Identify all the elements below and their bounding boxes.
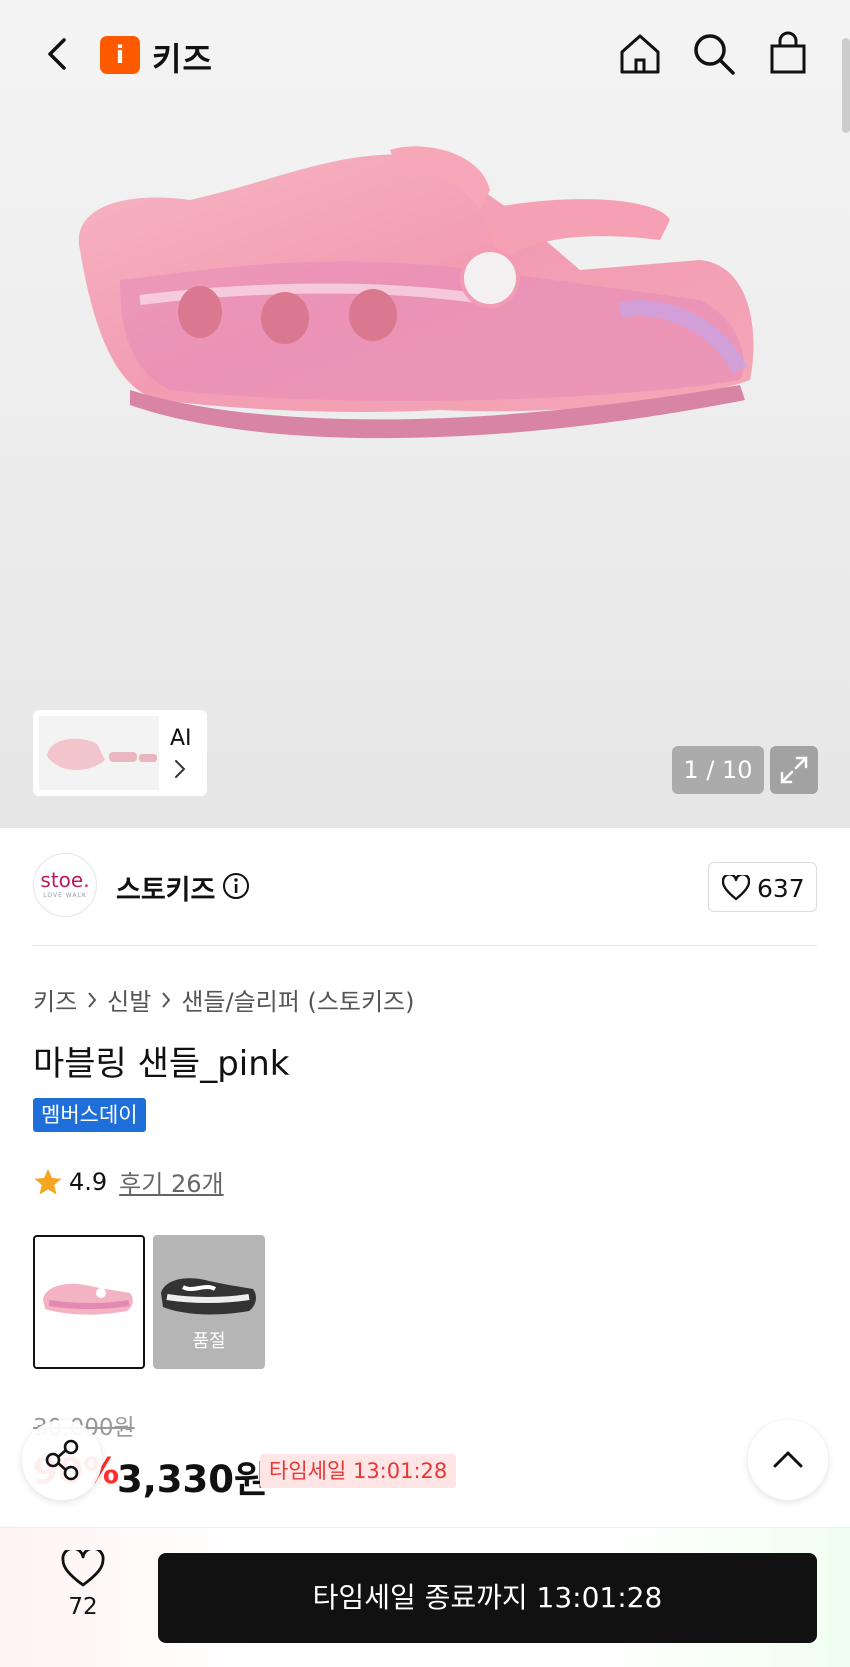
breadcrumb-item[interactable]: 신발 [107, 982, 151, 1017]
expand-icon[interactable] [770, 746, 818, 794]
scroll-top-button[interactable] [748, 1420, 828, 1500]
soldout-label: 품절 [192, 1331, 226, 1352]
event-badge: 멤버스데이 [33, 1098, 146, 1132]
wishlist-count: 72 [68, 1594, 98, 1620]
sale-price: 3,330원 [117, 1458, 269, 1501]
bottom-action-bar: 72 타임세일 종료까지 13:01:28 [0, 1527, 850, 1667]
scrollbar[interactable] [842, 38, 850, 133]
option-black[interactable]: 품절 [153, 1235, 265, 1369]
ai-image-thumbnail[interactable]: AI [33, 710, 207, 796]
chevron-right-icon [88, 991, 97, 1008]
rating-row: 4.9 후기 26개 [33, 1164, 224, 1199]
seller-logo[interactable]: stoe. LOVE WALK [33, 853, 97, 917]
rating-value: 4.9 [69, 1167, 108, 1196]
seller-logo-text: stoe. [40, 868, 90, 892]
product-image [78, 146, 754, 439]
category-title[interactable]: 키즈 [152, 34, 213, 80]
timesale-badge: 타임세일 13:01:28 [260, 1454, 457, 1488]
option-image [43, 1283, 133, 1315]
thumbnail-image [39, 716, 159, 790]
top-bar: i 키즈 [0, 0, 850, 110]
product-image-gallery[interactable]: i 키즈 AI 1 / 10 [0, 0, 850, 828]
search-icon[interactable] [690, 30, 738, 78]
back-icon[interactable] [40, 34, 76, 74]
seller-like-button[interactable]: 637 [708, 862, 817, 912]
seller-like-count: 637 [757, 874, 805, 903]
review-count-link[interactable]: 후기 26개 [119, 1164, 223, 1199]
option-pink[interactable] [33, 1235, 145, 1369]
chevron-up-icon [773, 1451, 803, 1468]
divider [33, 945, 817, 946]
product-title: 마블링 샌들_pink [33, 1044, 290, 1084]
app-logo[interactable]: i [100, 36, 140, 74]
heart-icon [61, 1547, 105, 1587]
wishlist-button[interactable]: 72 [58, 1547, 108, 1620]
breadcrumb-item[interactable]: 샌들/슬리퍼 (스토키즈) [181, 982, 414, 1017]
shopping-bag-icon[interactable] [764, 30, 812, 78]
home-icon[interactable] [616, 30, 664, 78]
breadcrumb: 키즈 신발 샌들/슬리퍼 (스토키즈) [33, 982, 415, 1017]
breadcrumb-item[interactable]: 키즈 [33, 982, 77, 1017]
share-button[interactable] [22, 1420, 102, 1500]
ai-label: AI [170, 726, 192, 751]
seller-logo-sub: LOVE WALK [43, 892, 87, 899]
share-icon [45, 1439, 79, 1481]
image-counter: 1 / 10 [672, 746, 764, 794]
seller-name[interactable]: 스토키즈 [116, 868, 215, 907]
heart-icon [722, 875, 750, 901]
star-icon [34, 1168, 62, 1194]
timesale-cta-button[interactable]: 타임세일 종료까지 13:01:28 [158, 1553, 817, 1643]
chevron-right-icon [175, 760, 186, 778]
chevron-right-icon [162, 991, 171, 1008]
info-icon[interactable] [222, 872, 250, 900]
